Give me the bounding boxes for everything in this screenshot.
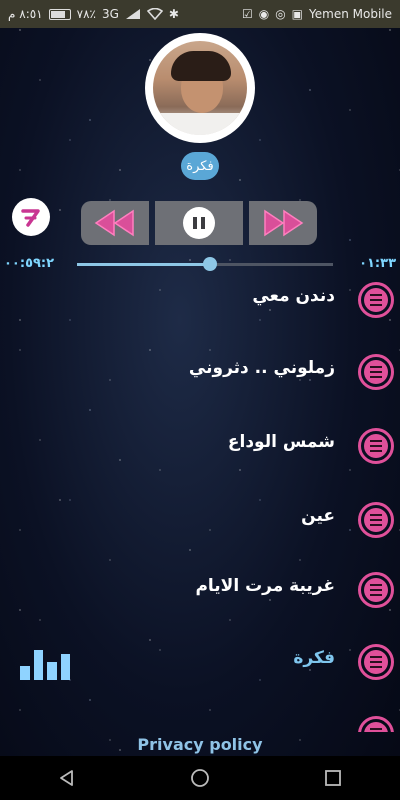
status-bar: ٨:٥١ م ٧٨٪ 3G ✱ ☑ ◉ ◎ ▣ Yemen Mobile xyxy=(0,0,400,28)
song-menu-button[interactable] xyxy=(358,572,394,608)
song-menu-button[interactable] xyxy=(358,716,394,732)
song-menu-button[interactable] xyxy=(358,502,394,538)
home-circle-icon xyxy=(191,769,209,787)
status-bar-left: ٨:٥١ م ٧٨٪ 3G ✱ xyxy=(8,7,179,21)
battery-icon xyxy=(48,8,71,20)
status-time: ٨:٥١ م xyxy=(8,7,43,21)
privacy-policy-link[interactable]: Privacy policy xyxy=(0,735,400,754)
equalizer-icon[interactable] xyxy=(20,650,70,680)
nav-home-button[interactable] xyxy=(170,756,230,800)
signal-icon xyxy=(125,9,140,19)
menu-lines-icon xyxy=(364,288,388,312)
song-row[interactable] xyxy=(0,706,400,732)
song-title: فكرة xyxy=(293,648,335,668)
song-menu-button[interactable] xyxy=(358,428,394,464)
menu-lines-icon xyxy=(364,722,388,732)
song-title: غريبة مرت الايام xyxy=(195,576,335,596)
song-row[interactable]: شمس الوداع xyxy=(0,418,400,474)
song-title: عين xyxy=(301,506,335,526)
carrier-name: Yemen Mobile xyxy=(309,7,392,21)
back-triangle-icon xyxy=(59,770,73,786)
network-type: 3G xyxy=(101,7,119,21)
seek-bar-progress xyxy=(77,263,211,266)
artist-avatar-frame xyxy=(145,33,255,143)
fast-forward-icon xyxy=(264,209,304,237)
song-title: شمس الوداع xyxy=(227,432,335,452)
menu-lines-icon xyxy=(364,650,388,674)
song-title: زملوني .. دثروني xyxy=(188,358,335,378)
status-bar-right: ☑ ◉ ◎ ▣ Yemen Mobile xyxy=(242,7,392,21)
now-playing-title: فكرة xyxy=(181,152,219,180)
whatsapp-icon: ◎ xyxy=(275,7,286,21)
wifi-icon xyxy=(146,8,163,20)
message-icon: ▣ xyxy=(291,7,304,21)
menu-lines-icon xyxy=(364,578,388,602)
song-row[interactable]: زملوني .. دثروني xyxy=(0,344,400,400)
menu-lines-icon xyxy=(364,360,388,384)
elapsed-time: ٠١:٣٣ xyxy=(359,256,396,271)
seek-bar[interactable] xyxy=(77,257,333,271)
pause-icon xyxy=(183,207,215,239)
song-menu-button[interactable] xyxy=(358,644,394,680)
song-menu-button[interactable] xyxy=(358,354,394,390)
menu-lines-icon xyxy=(364,508,388,532)
check-icon: ☑ xyxy=(241,7,253,21)
seek-bar-thumb[interactable] xyxy=(203,257,218,271)
song-row[interactable]: عين xyxy=(0,492,400,548)
song-row[interactable]: غريبة مرت الايام xyxy=(0,562,400,618)
nav-recents-button[interactable] xyxy=(303,756,363,800)
total-duration: ٠٠:٥٩:٢ xyxy=(4,256,55,271)
next-button[interactable] xyxy=(249,201,317,245)
bluetooth-icon: ✱ xyxy=(168,7,179,21)
song-title: دندن معي xyxy=(252,286,335,306)
artist-avatar xyxy=(153,41,247,135)
rewind-icon xyxy=(94,209,134,237)
menu-lines-icon xyxy=(364,434,388,458)
app-logo-button[interactable] xyxy=(12,198,50,236)
song-menu-button[interactable] xyxy=(358,282,394,318)
system-nav-bar xyxy=(0,756,400,800)
song-row[interactable]: دندن معي xyxy=(0,272,400,328)
play-pause-button[interactable] xyxy=(155,201,243,245)
nav-back-button[interactable] xyxy=(37,756,97,800)
recents-square-icon xyxy=(325,770,342,786)
battery-percent: ٧٨٪ xyxy=(76,7,96,21)
seven-logo-icon xyxy=(21,209,40,227)
shield-icon: ◉ xyxy=(258,7,270,21)
previous-button[interactable] xyxy=(81,201,149,245)
